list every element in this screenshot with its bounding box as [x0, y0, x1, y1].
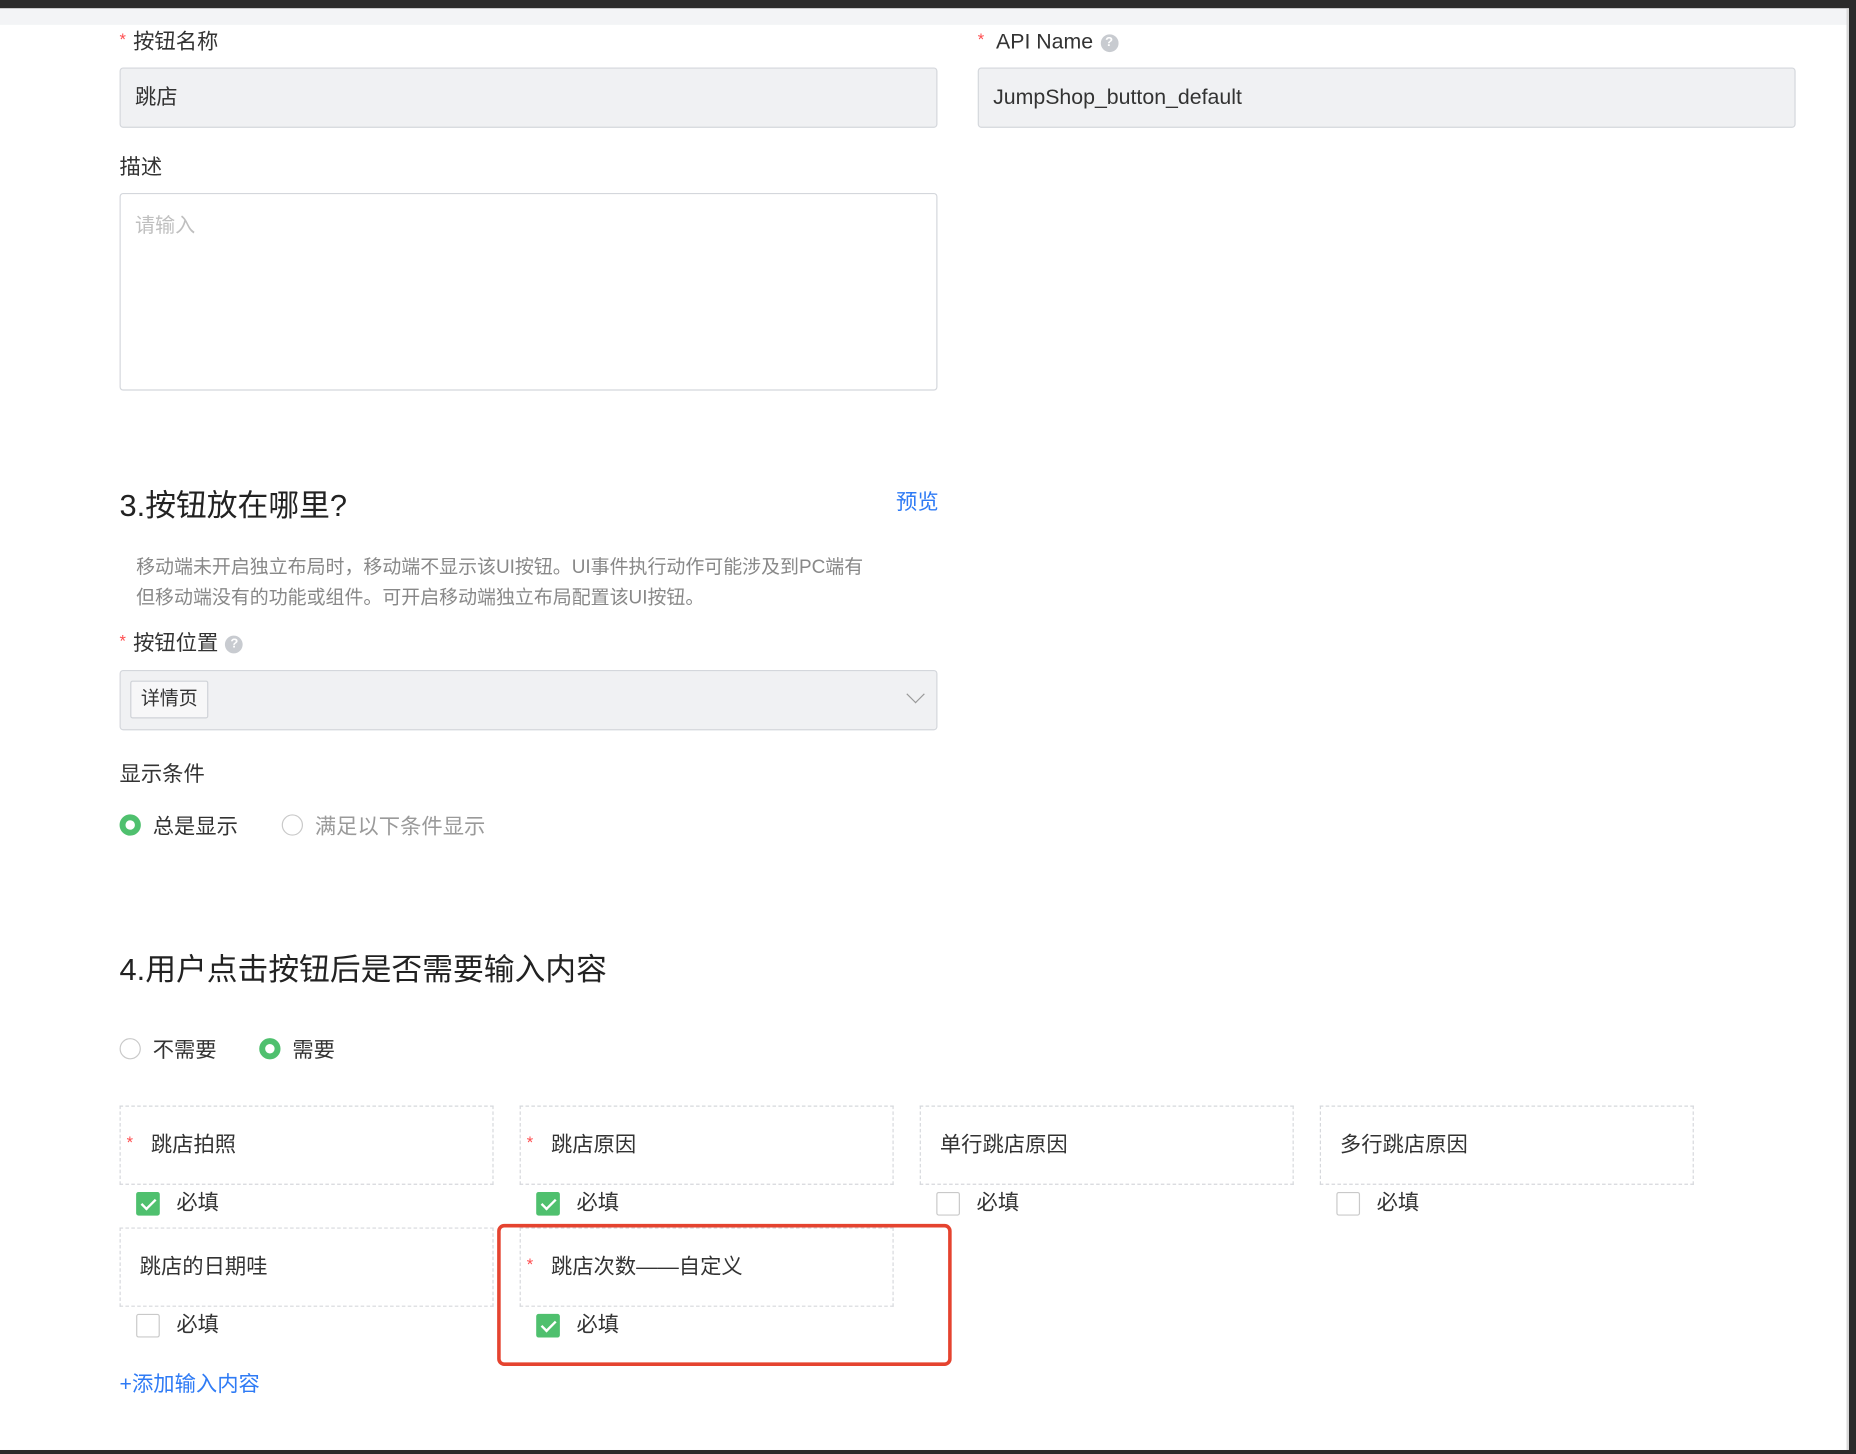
button-name-label: 按钮名称 [133, 29, 219, 54]
display-option-conditional[interactable]: 满足以下条件显示 [281, 810, 486, 841]
required-checkbox[interactable] [136, 1191, 160, 1216]
radio-unselected[interactable] [119, 1038, 141, 1060]
button-name-label-row: * 按钮名称 [120, 27, 219, 57]
field-card[interactable]: * 跳店原因 [519, 1105, 894, 1185]
section4-title: 4.用户点击按钮后是否需要输入内容 [119, 951, 607, 988]
radio-selected[interactable] [259, 1038, 281, 1060]
field-card[interactable]: 跳店的日期哇 [119, 1227, 494, 1307]
section3-note-line2: 但移动端没有的功能或组件。可开启移动端独立布局配置该UI按钮。 [136, 588, 705, 609]
preview-link[interactable]: 预览 [896, 485, 939, 516]
required-mark: * [119, 630, 127, 650]
form-page: * 按钮名称 跳店 * API Name? JumpShop_button_def… [0, 8, 1849, 1450]
description-textarea[interactable]: 请输入 [119, 192, 938, 391]
required-mark: * [119, 29, 127, 49]
field-label: 跳店原因 [550, 1132, 637, 1157]
required-checkbox[interactable] [536, 1191, 560, 1216]
required-mark: * [126, 1132, 134, 1152]
position-label-row: * 按钮位置? [120, 629, 244, 659]
scrollbar[interactable] [1846, 8, 1849, 1450]
display-option-always-label: 总是显示 [152, 814, 238, 839]
required-checkbox-label: 必填 [976, 1190, 1020, 1215]
field-label: 跳店拍照 [150, 1132, 237, 1157]
radio-unselected[interactable] [281, 814, 304, 836]
field-card[interactable]: 多行跳店原因 [1319, 1105, 1694, 1185]
position-select[interactable]: 详情页 [119, 669, 938, 731]
field-label: 跳店的日期哇 [139, 1254, 268, 1279]
input-option-yes[interactable]: 需要 [259, 1033, 335, 1064]
button-name-input[interactable]: 跳店 [119, 67, 938, 128]
section3-note-line1: 移动端未开启独立布局时，移动端不显示该UI按钮。UI事件执行动作可能涉及到PC端… [136, 557, 864, 578]
radio-selected[interactable] [119, 814, 141, 836]
top-strip [0, 8, 1849, 25]
position-tag[interactable]: 详情页 [130, 680, 209, 719]
required-checkbox-label: 必填 [176, 1312, 219, 1337]
field-card[interactable]: * 跳店拍照 [119, 1105, 494, 1185]
required-checkbox-label: 必填 [1376, 1190, 1420, 1215]
display-option-conditional-label: 满足以下条件显示 [314, 814, 486, 839]
required-mark: * [526, 1132, 534, 1152]
position-label: 按钮位置 [133, 630, 219, 655]
field-card[interactable]: 单行跳店原因 [919, 1105, 1294, 1185]
window-frame: * 按钮名称 跳店 * API Name? JumpShop_button_def… [0, 0, 1856, 1454]
input-option-no-label: 不需要 [152, 1038, 217, 1062]
display-option-always[interactable]: 总是显示 [119, 810, 238, 841]
display-condition-label: 显示条件 [119, 762, 205, 786]
description-label: 描述 [119, 155, 163, 179]
required-checkbox[interactable] [1336, 1191, 1361, 1216]
description-placeholder: 请输入 [134, 214, 196, 237]
chevron-down-icon[interactable] [906, 685, 925, 704]
field-label: 单行跳店原因 [939, 1132, 1068, 1157]
question-circle-icon[interactable]: ? [1100, 34, 1118, 52]
required-checkbox-label: 必填 [176, 1190, 219, 1215]
input-option-yes-label: 需要 [292, 1038, 335, 1062]
api-name-label: API Name [996, 29, 1094, 54]
field-label: 多行跳店原因 [1339, 1132, 1468, 1157]
required-checkbox[interactable] [936, 1191, 960, 1216]
required-mark: * [977, 29, 985, 49]
question-circle-icon[interactable]: ? [225, 635, 244, 654]
annotation-highlight-box [497, 1223, 952, 1366]
api-name-input[interactable]: JumpShop_button_default [977, 67, 1796, 128]
api-name-label-row: * API Name? [978, 27, 1118, 57]
input-option-no[interactable]: 不需要 [119, 1033, 217, 1064]
required-checkbox-label: 必填 [576, 1190, 620, 1215]
section3-title: 3.按钮放在哪里? [119, 487, 348, 524]
add-input-link[interactable]: +添加输入内容 [120, 1367, 260, 1398]
required-checkbox[interactable] [136, 1313, 160, 1338]
